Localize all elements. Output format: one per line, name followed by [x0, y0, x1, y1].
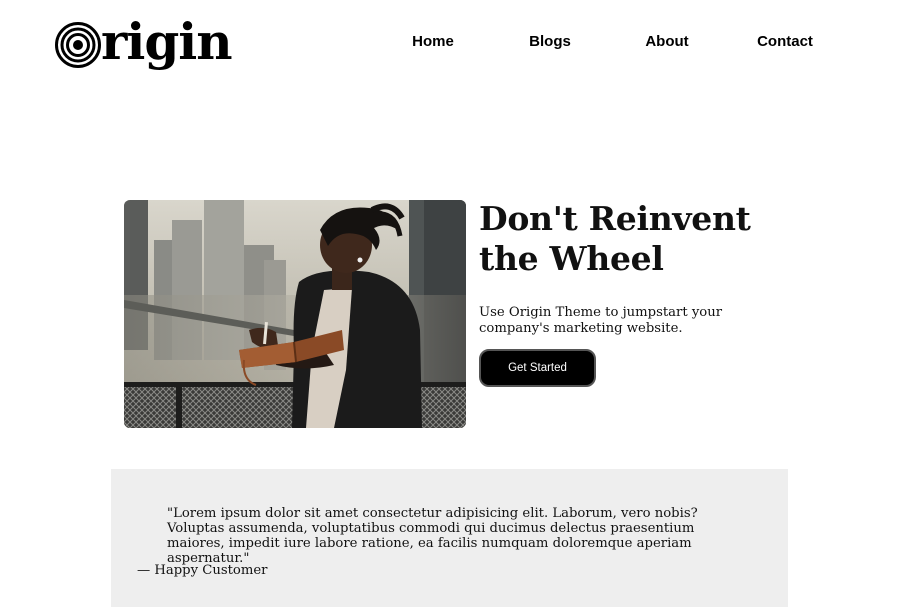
person-reading-photo	[124, 200, 466, 428]
testimonial-author: — Happy Customer	[137, 563, 268, 578]
hero-title-line-1: Don't Reinvent	[479, 199, 751, 238]
testimonial-quote: "Lorem ipsum dolor sit amet consectetur …	[167, 506, 698, 566]
nav-blogs-link[interactable]: Blogs	[529, 32, 571, 52]
hero-title-line-2: the Wheel	[479, 239, 664, 278]
page: rigin Home Blogs About Contact Don't Rei…	[0, 0, 900, 607]
main-nav: Home Blogs About Contact	[0, 32, 900, 54]
nav-contact-link[interactable]: Contact	[757, 32, 813, 52]
get-started-button[interactable]: Get Started	[479, 349, 596, 387]
nav-home-link[interactable]: Home	[412, 32, 454, 52]
hero-title: Don't Reinvent the Wheel	[479, 199, 799, 279]
testimonial-section: "Lorem ipsum dolor sit amet consectetur …	[111, 469, 788, 607]
hero-subtitle: Use Origin Theme to jumpstart your compa…	[479, 305, 723, 336]
hero-image	[124, 200, 466, 428]
nav-about-link[interactable]: About	[645, 32, 688, 52]
